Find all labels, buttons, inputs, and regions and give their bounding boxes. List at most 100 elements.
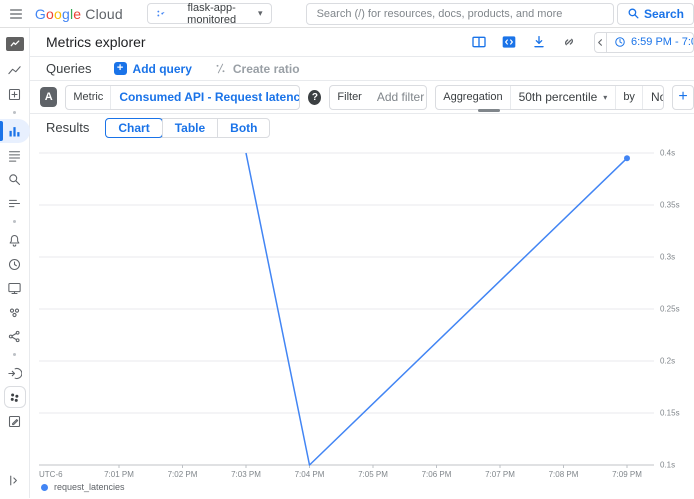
filter-field-group: Filter — [329, 85, 427, 110]
metric-label: Metric — [66, 86, 111, 109]
metric-dropdown[interactable]: Consumed API - Request latencies ▾ — [111, 86, 300, 109]
google-cloud-logo: Google Cloud — [35, 6, 123, 22]
tab-table[interactable]: Table — [162, 119, 217, 137]
collapse-panel-icon[interactable] — [0, 468, 30, 492]
svg-text:0.35s: 0.35s — [660, 201, 680, 210]
dashboards-grid-icon[interactable] — [0, 82, 30, 106]
aggregation-dropdown[interactable]: 50th percentile ▾ — [511, 86, 617, 109]
trace-lines-icon[interactable] — [0, 191, 30, 215]
get-link-icon[interactable] — [560, 34, 577, 51]
aggregation-field-group: Aggregation 50th percentile ▾ by None ▾ — [435, 85, 664, 110]
time-back-chevron-icon[interactable] — [595, 33, 607, 52]
legend-item[interactable]: request_latencies — [41, 482, 125, 492]
svg-text:7:06 PM: 7:06 PM — [422, 470, 452, 479]
chevron-down-icon: ▾ — [258, 8, 263, 19]
search-icon — [627, 7, 640, 20]
svg-text:7:03 PM: 7:03 PM — [231, 470, 261, 479]
separator-dot — [0, 215, 30, 228]
split-view-icon[interactable] — [470, 34, 487, 51]
log-search-icon[interactable] — [0, 167, 30, 191]
screen-dashboards-icon[interactable] — [0, 276, 30, 300]
time-range-selector[interactable]: 6:59 PM - 7:0 — [607, 36, 694, 48]
time-range-group: 6:59 PM - 7:0 — [594, 32, 694, 53]
svg-text:0.1s: 0.1s — [660, 461, 675, 470]
monitoring-product-icon[interactable] — [0, 30, 30, 58]
svg-text:UTC-6: UTC-6 — [39, 470, 63, 479]
chart-canvas[interactable]: 0.4s 0.35s 0.3s 0.25s 0.2s 0.15s 0.1s 7:01 PM 7:… — [30, 141, 693, 499]
main-content: Metrics explorer — [30, 28, 694, 498]
code-editor-icon[interactable] — [500, 34, 517, 51]
tab-chart[interactable]: Chart — [105, 118, 162, 138]
svg-text:0.25s: 0.25s — [660, 305, 680, 314]
time-range-value: 6:59 PM - 7:0 — [631, 36, 694, 48]
svg-text:7:01 PM: 7:01 PM — [104, 470, 134, 479]
add-query-label: Add query — [133, 62, 192, 76]
aggregation-value: 50th percentile — [519, 90, 598, 104]
query-letter-badge[interactable]: A — [40, 87, 57, 107]
add-query-button[interactable]: + Add query — [114, 62, 192, 76]
svg-text:0.15s: 0.15s — [660, 409, 680, 418]
project-name: flask-app-monitored — [170, 2, 253, 26]
search-button-label: Search — [644, 7, 684, 21]
download-icon[interactable] — [530, 34, 547, 51]
horizontal-scrollbar-thumb[interactable] — [478, 109, 500, 112]
filter-input[interactable] — [369, 90, 427, 104]
page-header: Metrics explorer — [30, 28, 694, 57]
create-ratio-label: Create ratio — [233, 62, 300, 76]
separator-dot — [0, 348, 30, 361]
search-input[interactable] — [315, 7, 605, 21]
page-title: Metrics explorer — [46, 34, 146, 50]
services-apps-icon[interactable] — [0, 385, 30, 409]
results-view-tabs: Chart Table Both — [105, 118, 270, 138]
events-list-icon[interactable] — [0, 143, 30, 167]
queries-title: Queries — [46, 61, 92, 76]
alerting-bell-icon[interactable] — [0, 228, 30, 252]
project-icon — [156, 8, 165, 19]
group-by-dropdown[interactable]: None ▾ — [642, 86, 664, 109]
edit-config-icon[interactable] — [0, 409, 30, 433]
filter-label: Filter — [330, 86, 368, 109]
cloud-logo-word: Cloud — [85, 6, 123, 22]
results-title: Results — [46, 120, 89, 135]
detect-arrow-icon[interactable] — [0, 361, 30, 385]
svg-text:0.3s: 0.3s — [660, 253, 675, 262]
overview-line-chart-icon[interactable] — [0, 58, 30, 82]
query-builder-row: A Metric Consumed API - Request latencie… — [30, 81, 694, 114]
create-ratio-icon — [214, 62, 227, 75]
svg-text:7:07 PM: 7:07 PM — [485, 470, 515, 479]
svg-text:7:05 PM: 7:05 PM — [358, 470, 388, 479]
aggregation-label: Aggregation — [436, 86, 510, 109]
search-button[interactable]: Search — [617, 3, 694, 25]
legend-dot-icon — [41, 484, 48, 491]
svg-text:7:04 PM: 7:04 PM — [295, 470, 325, 479]
integrations-share-icon[interactable] — [0, 324, 30, 348]
svg-text:7:09 PM: 7:09 PM — [612, 470, 642, 479]
group-by-value: None — [651, 90, 664, 104]
metric-value: Consumed API - Request latencies — [119, 90, 300, 104]
svg-text:0.2s: 0.2s — [660, 357, 675, 366]
svg-text:7:02 PM: 7:02 PM — [168, 470, 198, 479]
search-bar[interactable] — [306, 3, 614, 25]
svg-text:7:08 PM: 7:08 PM — [549, 470, 579, 479]
by-label: by — [616, 86, 642, 109]
tab-both[interactable]: Both — [217, 119, 269, 137]
uptime-checks-icon[interactable] — [0, 252, 30, 276]
add-aggregation-button[interactable]: + — [672, 85, 694, 110]
topbar: Google Cloud flask-app-monitored ▾ Searc… — [0, 0, 694, 28]
add-plus-icon: + — [114, 62, 127, 75]
metrics-explorer-bars-icon[interactable] — [0, 119, 30, 143]
svg-text:0.4s: 0.4s — [660, 149, 675, 158]
clock-icon — [614, 36, 626, 48]
chevron-down-icon: ▾ — [603, 93, 607, 102]
monitoring-sidebar — [0, 28, 30, 498]
separator-dot — [0, 106, 30, 119]
groups-icon[interactable] — [0, 300, 30, 324]
project-selector[interactable]: flask-app-monitored ▾ — [147, 3, 272, 24]
menu-icon[interactable] — [6, 2, 27, 26]
legend-label: request_latencies — [54, 482, 125, 492]
help-icon[interactable]: ? — [308, 90, 321, 105]
create-ratio-button: Create ratio — [214, 62, 300, 76]
latency-chart[interactable]: 0.4s 0.35s 0.3s 0.25s 0.2s 0.15s 0.1s 7:01 PM 7:… — [30, 141, 694, 499]
results-row: Results Chart Table Both — [30, 114, 694, 141]
queries-row: Queries + Add query Create ratio — [30, 57, 694, 81]
